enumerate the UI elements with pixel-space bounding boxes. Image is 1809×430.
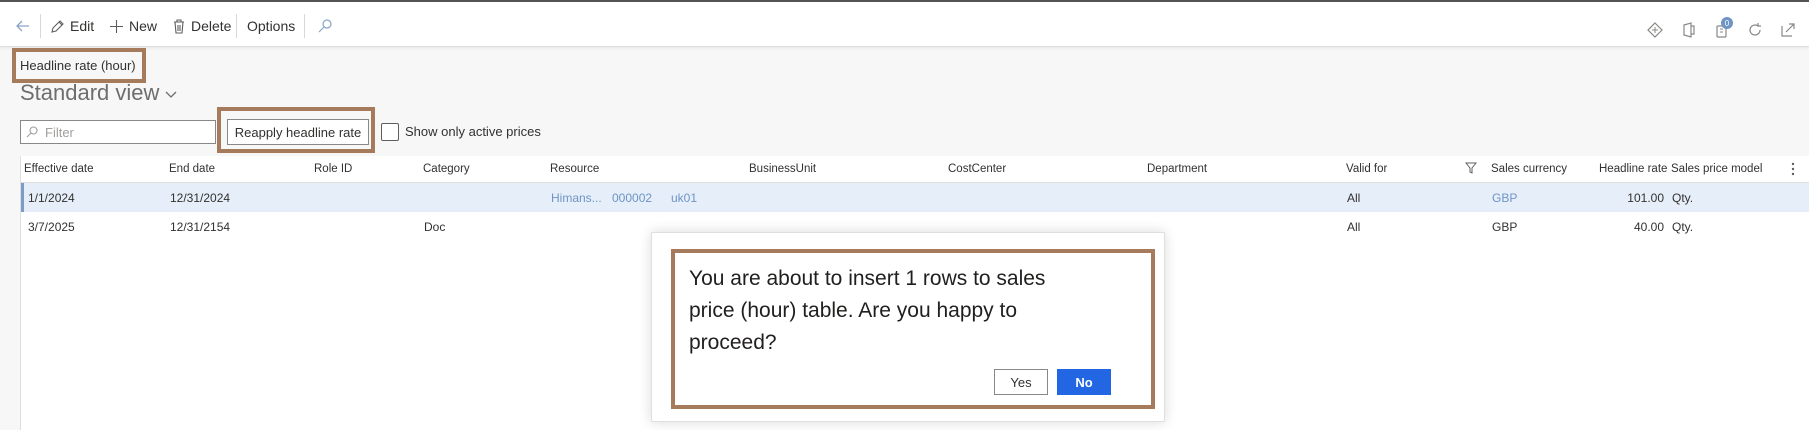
- office-icon[interactable]: [1679, 21, 1697, 39]
- plus-icon: [110, 19, 123, 33]
- cell-valid-for: All: [1347, 220, 1361, 234]
- column-header[interactable]: End date: [169, 163, 215, 175]
- action-pane: Edit New Delete Options 0: [0, 2, 1809, 47]
- filter-icon[interactable]: [1465, 162, 1477, 174]
- column-header[interactable]: Sales price model: [1671, 163, 1762, 175]
- column-header[interactable]: Effective date: [24, 163, 93, 175]
- page-caption: Headline rate (hour): [20, 58, 136, 73]
- cell-headline-rate: 101.00: [1627, 191, 1664, 205]
- new-button[interactable]: New: [109, 16, 157, 36]
- show-active-prices-checkbox[interactable]: [381, 123, 399, 141]
- delete-button[interactable]: Delete: [172, 16, 231, 36]
- toolbar-separator: [304, 14, 305, 38]
- new-label: New: [129, 18, 158, 34]
- column-header[interactable]: Sales currency: [1491, 163, 1567, 175]
- cell-sales-price-model: Qty.: [1672, 220, 1694, 234]
- column-header[interactable]: Headline rate: [1599, 163, 1667, 175]
- column-header[interactable]: Valid for: [1346, 163, 1387, 175]
- options-label: Options: [247, 18, 296, 34]
- cell-category: Doc: [424, 220, 446, 234]
- cell-effective-date: 3/7/2025: [28, 220, 75, 234]
- cell-valid-for: All: [1347, 191, 1361, 205]
- highlight-dialog: [671, 249, 1155, 409]
- cell-end-date: 12/31/2154: [170, 220, 231, 234]
- edit-button[interactable]: Edit: [50, 16, 94, 36]
- table-row[interactable]: 1/1/2024 12/31/2024 Himans... 000002 uk0…: [21, 183, 1809, 212]
- reapply-headline-rate-button[interactable]: Reapply headline rate: [227, 119, 369, 145]
- cell-end-date: 12/31/2024: [170, 191, 231, 205]
- refresh-icon[interactable]: [1746, 21, 1764, 39]
- delete-label: Delete: [191, 18, 232, 34]
- cell-sales-price-model: Qty.: [1672, 191, 1694, 205]
- notification-button[interactable]: 0: [1714, 17, 1733, 39]
- search-button[interactable]: [317, 16, 333, 36]
- filter-field[interactable]: [43, 123, 207, 141]
- search-icon: [26, 126, 38, 138]
- view-selector[interactable]: Standard view: [20, 80, 177, 106]
- popout-icon[interactable]: [1779, 21, 1797, 39]
- cell-sales-currency[interactable]: GBP: [1492, 191, 1517, 205]
- more-options-icon[interactable]: [1791, 162, 1795, 176]
- edit-label: Edit: [70, 18, 95, 34]
- toolbar-separator: [40, 14, 41, 38]
- cell-sales-currency: GBP: [1492, 220, 1518, 234]
- grid-header: Effective date End date Role ID Category…: [21, 156, 1809, 183]
- back-button[interactable]: [14, 16, 32, 36]
- filter-input[interactable]: [20, 120, 216, 144]
- toolbar-separator: [236, 14, 237, 38]
- back-arrow-icon: [16, 20, 29, 32]
- options-tab[interactable]: Options: [247, 16, 295, 36]
- column-header[interactable]: Category: [423, 163, 470, 175]
- column-header[interactable]: Resource: [550, 163, 599, 175]
- cell-business-unit[interactable]: 000002: [612, 191, 652, 205]
- show-active-prices-label: Show only active prices: [405, 124, 541, 139]
- diamond-icon[interactable]: [1646, 21, 1664, 39]
- search-icon: [318, 19, 332, 33]
- cell-headline-rate: 40.00: [1633, 220, 1664, 234]
- column-header[interactable]: CostCenter: [948, 163, 1006, 175]
- cell-effective-date: 1/1/2024: [28, 191, 75, 205]
- pencil-icon: [51, 19, 64, 33]
- cell-cost-center[interactable]: uk01: [671, 191, 697, 205]
- column-header[interactable]: Department: [1147, 163, 1207, 175]
- column-header[interactable]: BusinessUnit: [749, 163, 816, 175]
- view-title: Standard view: [20, 80, 160, 105]
- column-header[interactable]: Role ID: [314, 163, 352, 175]
- notification-count: 0: [1721, 17, 1733, 29]
- chevron-down-icon: [165, 91, 177, 98]
- cell-resource[interactable]: Himans...: [551, 191, 602, 205]
- trash-icon: [174, 18, 184, 34]
